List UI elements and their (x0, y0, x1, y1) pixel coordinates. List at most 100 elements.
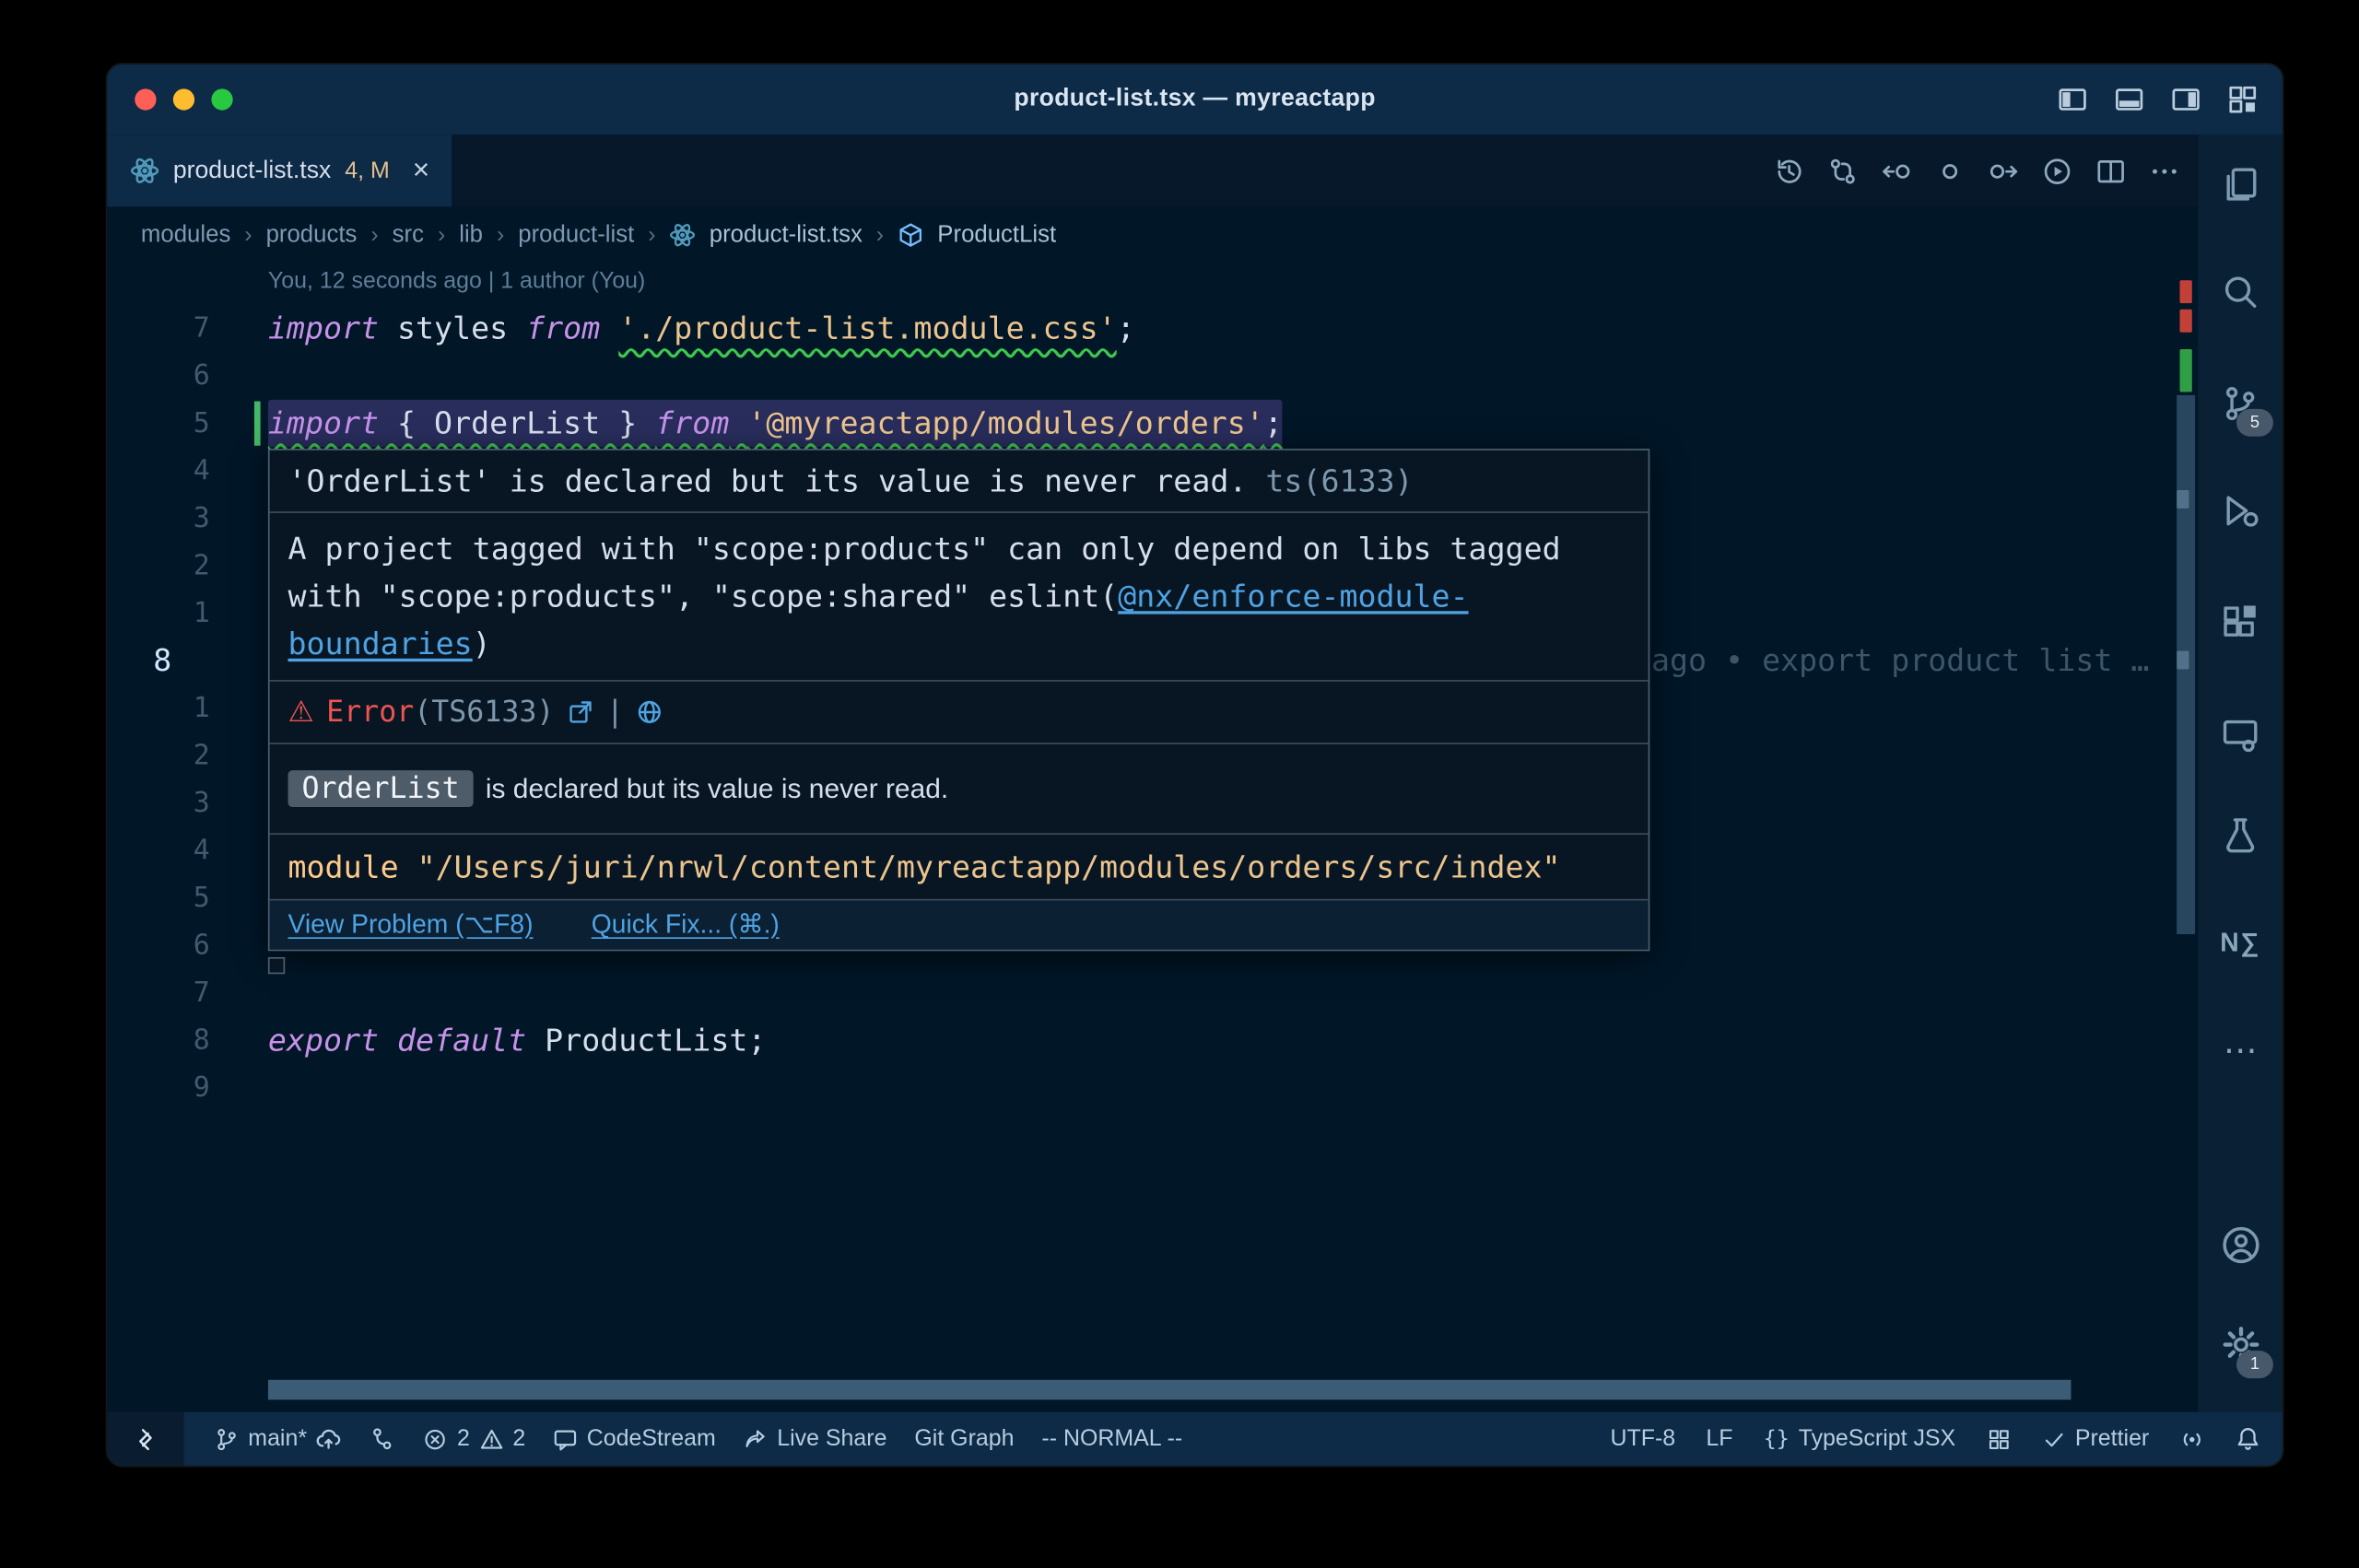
run-debug-icon[interactable] (2198, 474, 2282, 547)
encoding-item[interactable]: UTF-8 (1610, 1426, 1675, 1452)
current-change-icon[interactable] (1935, 156, 1966, 186)
error-detail-text: is declared but its value is never read. (486, 773, 948, 803)
share-icon (744, 1426, 769, 1451)
code-token: from (655, 404, 729, 441)
timeline-history-icon[interactable] (1774, 156, 1804, 186)
ts-error-source: ts(6133) (1265, 462, 1413, 499)
previous-change-icon[interactable] (1881, 156, 1911, 186)
line-number: 7 (107, 969, 209, 1017)
source-control-icon[interactable]: 5 (2198, 366, 2282, 439)
extensions-icon[interactable] (2198, 583, 2282, 657)
explorer-icon[interactable] (2198, 147, 2282, 221)
code-token: '@myreactapp/modules/orders' (747, 404, 1263, 441)
tab-label: product-list.tsx (173, 157, 331, 184)
tab-close-icon[interactable]: × (413, 154, 429, 188)
broadcast-item[interactable] (2180, 1426, 2205, 1451)
prettier-item[interactable]: Prettier (2041, 1426, 2149, 1452)
vertical-scrollbar[interactable] (2177, 395, 2195, 934)
codestream-label: CodeStream (587, 1426, 716, 1452)
code-line[interactable]: 9 (107, 1064, 2198, 1112)
search-icon[interactable] (2198, 254, 2282, 328)
code-text: import styles from './product-list.modul… (268, 305, 1135, 353)
code-text: export default ProductList; (268, 1017, 766, 1065)
toggle-sidebar-left-icon[interactable] (2058, 84, 2088, 114)
next-change-icon[interactable] (1989, 156, 2019, 186)
code-line[interactable]: 6 (107, 352, 2198, 400)
hover-module-path: module"/Users/juri/nrwl/content/myreacta… (270, 833, 1649, 898)
remote-indicator[interactable] (107, 1412, 183, 1466)
error-hover-tooltip: 'OrderList' is declared but its value is… (268, 449, 1649, 951)
eol-label: LF (1706, 1426, 1732, 1452)
warning-icon: ⚠ (288, 696, 314, 730)
language-mode-item[interactable]: {} TypeScript JSX (1764, 1426, 1955, 1452)
account-icon[interactable] (2198, 1209, 2282, 1282)
breadcrumb-item[interactable]: product-list.tsx (710, 221, 863, 249)
live-share-label: Live Share (777, 1426, 886, 1452)
cloud-upload-icon[interactable] (316, 1426, 342, 1452)
more-actions-icon[interactable] (2149, 156, 2179, 186)
warning-count: 2 (512, 1426, 525, 1452)
settings-gear-icon[interactable]: 1 (2198, 1308, 2282, 1382)
more-views-icon[interactable]: ⋯ (2198, 1013, 2282, 1087)
error-mark (2180, 280, 2192, 303)
globe-icon[interactable] (636, 698, 663, 726)
tab-product-list[interactable]: product-list.tsx 4, M × (107, 135, 453, 206)
code-token: styles (379, 310, 526, 346)
code-line[interactable]: 7 (107, 969, 2198, 1017)
breadcrumb-item[interactable]: lib (459, 221, 483, 249)
open-external-icon[interactable] (567, 698, 594, 726)
test-beaker-icon[interactable] (2198, 798, 2282, 872)
branch-name: main* (248, 1426, 307, 1452)
vim-mode-indicator[interactable]: -- NORMAL -- (1041, 1426, 1182, 1452)
code-token: ; (1117, 310, 1135, 346)
breadcrumb-item[interactable]: product-list (518, 221, 634, 249)
extension-status-item[interactable] (1986, 1426, 2011, 1451)
breadcrumb-item[interactable]: ProductList (937, 221, 1056, 249)
hover-error-status: ⚠ Error(TS6133) | (270, 680, 1649, 743)
codestream-item[interactable]: CodeStream (553, 1426, 716, 1452)
live-share-item[interactable]: Live Share (744, 1426, 887, 1452)
nx-console-icon[interactable]: N∑ (2198, 907, 2282, 980)
eol-item[interactable]: LF (1706, 1426, 1732, 1452)
screen: product-list.tsx — myreactapp product-li… (0, 0, 2359, 1568)
notifications-item[interactable] (2235, 1426, 2260, 1452)
hover-resize-grip[interactable] (268, 957, 285, 974)
breadcrumb-item[interactable]: src (393, 221, 424, 249)
eslint-rule-link[interactable]: boundaries (288, 625, 473, 661)
code-line[interactable]: 5import { OrderList } from '@myreactapp/… (107, 400, 2198, 448)
customize-layout-icon[interactable] (2227, 84, 2258, 114)
quick-fix-link[interactable]: Quick Fix... (⌘.) (592, 909, 780, 940)
toggle-sidebar-right-icon[interactable] (2171, 84, 2201, 114)
source-control-badge: 5 (2236, 409, 2273, 437)
line-number: 1 (107, 590, 209, 638)
chevron-right-icon: › (876, 222, 884, 248)
codelens-blame[interactable]: You, 12 seconds ago | 1 author (You) (268, 268, 645, 294)
git-branch-item[interactable]: main* (215, 1426, 343, 1452)
breadcrumb-item[interactable]: products (266, 221, 358, 249)
git-graph-item[interactable]: Git Graph (914, 1426, 1014, 1452)
git-compare-icon[interactable] (1827, 156, 1858, 186)
code-line[interactable]: 8export default ProductList; (107, 1017, 2198, 1065)
code-token (379, 1022, 397, 1059)
eslint-rule-link[interactable]: @nx/enforce-module- (1118, 578, 1468, 614)
line-number: 6 (107, 352, 209, 400)
code-editor[interactable]: You, 12 seconds ago | 1 author (You) 7im… (107, 263, 2198, 1412)
inline-blame-text: ago • export product list … (1651, 638, 2149, 685)
split-editor-icon[interactable] (2095, 156, 2126, 186)
git-graph-icon-item[interactable] (370, 1426, 395, 1452)
run-code-icon[interactable] (2042, 156, 2072, 186)
codestream-icon (553, 1426, 578, 1451)
remote-explorer-icon[interactable] (2198, 696, 2282, 770)
code-token: import (268, 404, 379, 441)
hover-eslint-message: A project tagged with "scope:products" c… (270, 511, 1649, 680)
line-number: 8 (153, 638, 171, 685)
broadcast-icon (2180, 1426, 2205, 1451)
horizontal-scrollbar[interactable] (268, 1380, 2071, 1400)
code-token: default (397, 1022, 526, 1059)
toggle-panel-icon[interactable] (2114, 84, 2144, 114)
problems-item[interactable]: 2 2 (423, 1426, 525, 1452)
breadcrumb-item[interactable]: modules (141, 221, 230, 249)
code-line[interactable]: 7import styles from './product-list.modu… (107, 305, 2198, 353)
tab-bar: product-list.tsx 4, M × (107, 135, 2198, 206)
view-problem-link[interactable]: View Problem (⌥F8) (288, 909, 534, 940)
